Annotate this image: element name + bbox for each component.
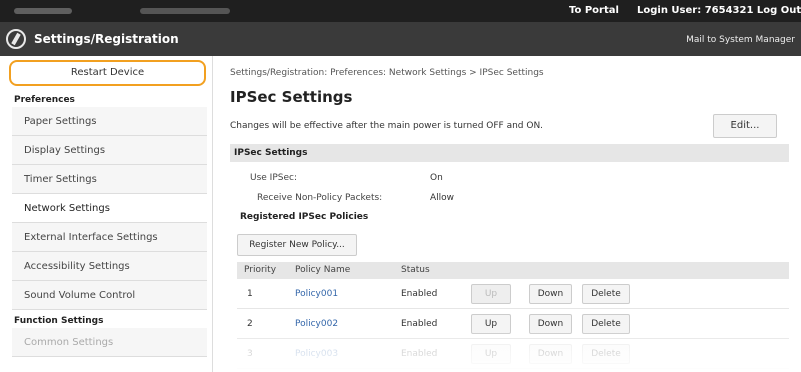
- table-row: 2 Policy002 Enabled Up Down Delete: [237, 309, 789, 339]
- sidebar-item-sound-volume-control[interactable]: Sound Volume Control: [12, 281, 207, 310]
- sidebar-section-preferences: Preferences: [14, 95, 75, 105]
- app-title: Settings/Registration: [34, 32, 179, 46]
- mail-to-system-manager-link[interactable]: Mail to System Manager: [686, 35, 795, 45]
- delete-button[interactable]: Delete: [582, 284, 630, 304]
- down-button[interactable]: Down: [529, 344, 572, 364]
- policy-priority: 2: [247, 319, 253, 329]
- use-ipsec-value: On: [430, 173, 443, 183]
- down-button[interactable]: Down: [529, 284, 572, 304]
- sidebar-section-function-settings: Function Settings: [14, 316, 104, 326]
- policy-table-header: Priority Policy Name Status: [237, 262, 789, 279]
- use-ipsec-label: Use IPSec:: [250, 173, 297, 183]
- sidebar-item-label: Display Settings: [24, 145, 106, 156]
- login-user-status[interactable]: Login User: 7654321 Log Out: [637, 5, 801, 16]
- edit-button[interactable]: Edit...: [713, 114, 777, 138]
- policy-name-link[interactable]: Policy001: [295, 279, 338, 309]
- device-name-blurred: [14, 8, 72, 14]
- restart-device-label: Restart Device: [70, 67, 145, 78]
- register-new-policy-button[interactable]: Register New Policy...: [237, 234, 357, 256]
- ipsec-settings-section-header: IPSec Settings: [230, 144, 789, 162]
- policy-name-link[interactable]: Policy003: [295, 339, 338, 369]
- up-button[interactable]: Up: [471, 314, 511, 334]
- sidebar-item-label: Sound Volume Control: [24, 290, 136, 301]
- device-model-blurred: [140, 8, 230, 14]
- restart-device-button[interactable]: Restart Device: [9, 60, 206, 86]
- sidebar-item-paper-settings[interactable]: Paper Settings: [12, 107, 207, 136]
- column-header-priority: Priority: [244, 265, 277, 275]
- receive-non-policy-packets-label: Receive Non-Policy Packets:: [257, 193, 383, 203]
- sidebar-item-label: Paper Settings: [24, 116, 97, 127]
- page-title: IPSec Settings: [230, 88, 353, 106]
- receive-non-policy-packets-value: Allow: [430, 193, 455, 203]
- policy-status: Enabled: [401, 349, 438, 359]
- policy-status: Enabled: [401, 289, 438, 299]
- delete-button[interactable]: Delete: [582, 314, 630, 334]
- down-button[interactable]: Down: [529, 314, 572, 334]
- sidebar-item-timer-settings[interactable]: Timer Settings: [12, 165, 207, 194]
- up-button[interactable]: Up: [471, 344, 511, 364]
- table-row: 3 Policy003 Enabled Up Down Delete: [237, 339, 789, 369]
- settings-logo-icon: [6, 29, 26, 49]
- sidebar-item-label: External Interface Settings: [24, 232, 158, 243]
- sidebar-item-common-settings[interactable]: Common Settings: [12, 328, 207, 357]
- app-header: Settings/Registration Mail to System Man…: [0, 22, 801, 56]
- sidebar: Restart Device Preferences Paper Setting…: [0, 56, 212, 372]
- sidebar-item-label: Common Settings: [24, 337, 114, 348]
- up-button[interactable]: Up: [471, 284, 511, 304]
- sidebar-item-external-interface-settings[interactable]: External Interface Settings: [12, 223, 207, 252]
- policy-name-link[interactable]: Policy002: [295, 309, 338, 339]
- power-notice-text: Changes will be effective after the main…: [230, 121, 544, 131]
- registered-policies-heading: Registered IPSec Policies: [240, 212, 369, 222]
- sidebar-item-label: Accessibility Settings: [24, 261, 130, 272]
- sidebar-item-label: Timer Settings: [24, 174, 97, 185]
- column-header-status: Status: [401, 265, 430, 275]
- sidebar-item-network-settings[interactable]: Network Settings: [12, 194, 207, 223]
- sidebar-item-label: Network Settings: [24, 203, 110, 214]
- sidebar-item-display-settings[interactable]: Display Settings: [12, 136, 207, 165]
- breadcrumb: Settings/Registration: Preferences: Netw…: [230, 68, 544, 78]
- policy-priority: 1: [247, 289, 253, 299]
- policy-priority: 3: [247, 349, 253, 359]
- sidebar-item-accessibility-settings[interactable]: Accessibility Settings: [12, 252, 207, 281]
- top-bar: To Portal Login User: 7654321 Log Out: [0, 0, 801, 22]
- sidebar-divider: [212, 56, 213, 372]
- to-portal-link[interactable]: To Portal: [569, 5, 619, 16]
- policy-status: Enabled: [401, 319, 438, 329]
- table-row: 1 Policy001 Enabled Up Down Delete: [237, 279, 789, 309]
- column-header-policy-name: Policy Name: [295, 265, 351, 275]
- delete-button[interactable]: Delete: [582, 344, 630, 364]
